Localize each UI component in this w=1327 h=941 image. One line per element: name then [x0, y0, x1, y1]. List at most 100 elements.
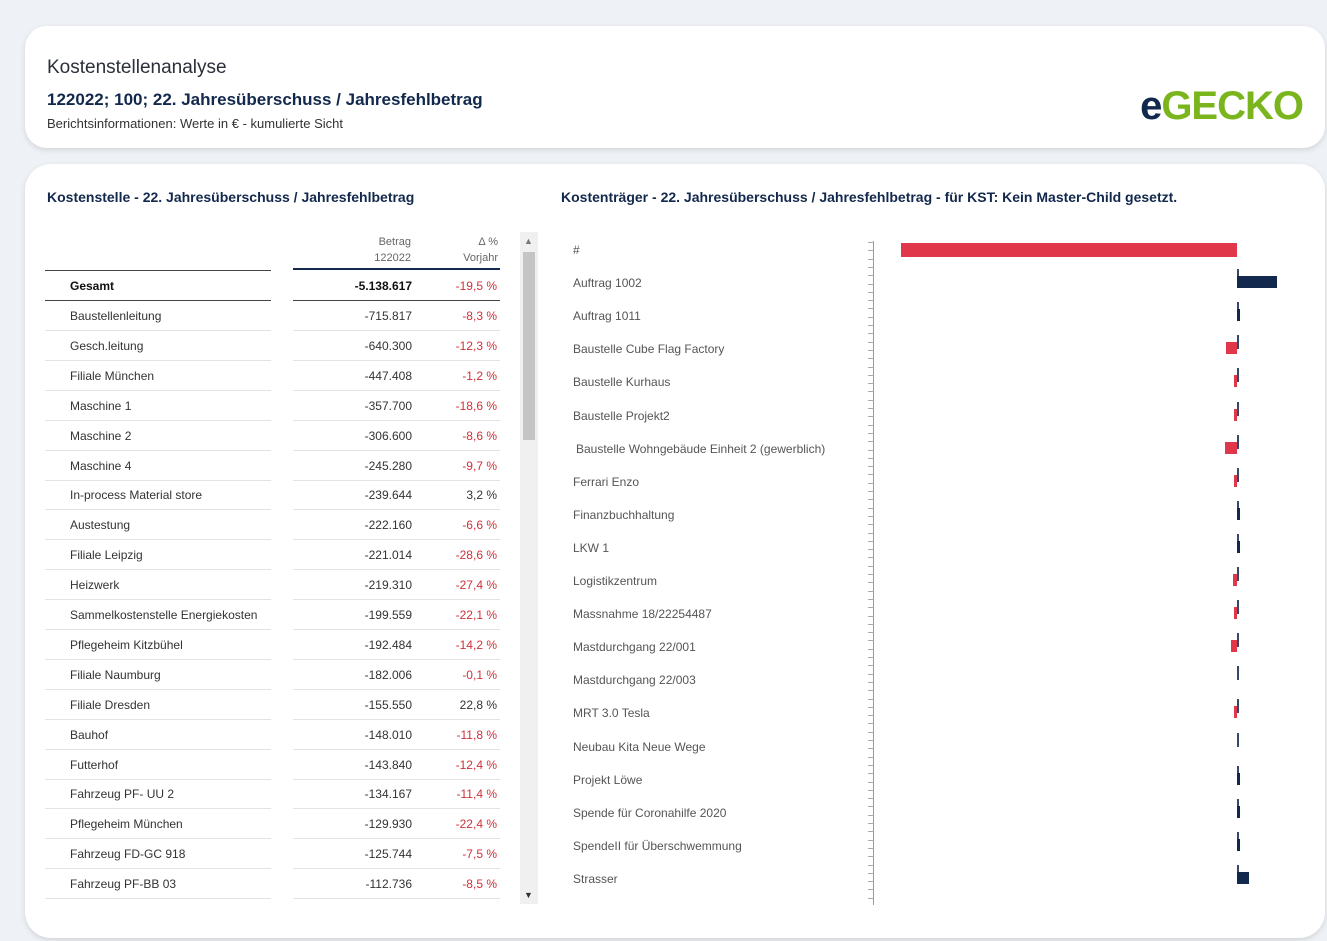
- axis-tick: [868, 839, 874, 841]
- table-row[interactable]: Sammelkostenstelle Energiekosten -199.559…: [45, 600, 500, 630]
- table-row[interactable]: Maschine 4 -245.280 -9,7 %: [45, 451, 500, 481]
- chart-category-label: Massnahme 18/22254487: [573, 607, 712, 622]
- axis-tick: [868, 557, 874, 559]
- report-info: Berichtsinformationen: Werte in € - kumu…: [47, 116, 343, 131]
- report-header: Kostenstellenanalyse 122022; 100; 22. Ja…: [25, 26, 1325, 148]
- axis-tick: [868, 715, 874, 717]
- axis-tick: [868, 449, 874, 451]
- scroll-thumb[interactable]: [523, 252, 535, 440]
- chart-category-label: Baustelle Cube Flag Factory: [573, 342, 725, 357]
- axis-tick: [868, 275, 874, 277]
- row-pct: -18,6 %: [455, 398, 497, 413]
- table-row[interactable]: Pflegeheim München -129.930 -22,4 %: [45, 809, 500, 840]
- axis-tick: [868, 424, 874, 426]
- table-row[interactable]: In-process Material store -239.644 3,2 %: [45, 480, 500, 511]
- table-row[interactable]: Gesch.leitung -640.300 -12,3 %: [45, 331, 500, 361]
- table-row[interactable]: Baustellenleitung -715.817 -8,3 %: [45, 301, 500, 331]
- axis-tick: [868, 615, 874, 617]
- egecko-logo: eGECKO: [1140, 84, 1304, 128]
- table-row[interactable]: Heizwerk -219.310 -27,4 %: [45, 570, 500, 601]
- row-name: Futterhof: [70, 757, 119, 772]
- table-row[interactable]: Filiale München -447.408 -1,2 %: [45, 361, 500, 391]
- axis-tick: [868, 482, 874, 484]
- row-pct: -8,5 %: [462, 877, 497, 892]
- chart-bar[interactable]: [1225, 441, 1237, 454]
- axis-tick: [868, 416, 874, 418]
- table-row[interactable]: Filiale Leipzig -221.014 -28,6 %: [45, 540, 500, 571]
- axis-tick: [868, 391, 874, 393]
- col-betrag-header[interactable]: Betrag 122022: [355, 234, 411, 266]
- axis-tick: [868, 258, 874, 260]
- row-value: -219.310: [364, 578, 412, 593]
- chart-category-label: Neubau Kita Neue Wege: [573, 739, 706, 754]
- col-delta-header[interactable]: Δ % Vorjahr: [443, 234, 498, 266]
- row-value: -221.014: [364, 548, 412, 563]
- chart-bar[interactable]: [1237, 276, 1277, 289]
- axis-tick: [868, 408, 874, 409]
- table-row[interactable]: Pflegeheim Kitzbühel -192.484 -14,2 %: [45, 630, 500, 660]
- table-row[interactable]: Filiale Naumburg -182.006 -0,1 %: [45, 660, 500, 690]
- zero-marker: [1237, 633, 1239, 648]
- row-name: Filiale Leipzig: [70, 548, 143, 563]
- row-name: Maschine 1: [70, 398, 132, 413]
- axis-tick: [868, 507, 874, 509]
- chart-bar[interactable]: [1226, 342, 1237, 355]
- zero-marker: [1237, 765, 1239, 780]
- table-row[interactable]: Austestung -222.160 -6,6 %: [45, 510, 500, 541]
- report-title: Kostenstellenanalyse: [47, 57, 227, 78]
- row-name: Maschine 4: [70, 458, 132, 473]
- axis-tick: [868, 291, 874, 293]
- chart-category-label: Finanzbuchhaltung: [573, 507, 675, 522]
- row-value: -447.408: [364, 368, 412, 383]
- axis-tick: [868, 872, 874, 874]
- table-row[interactable]: Bauhof -148.010 -11,8 %: [45, 720, 500, 750]
- row-value: -134.167: [364, 787, 412, 802]
- axis-tick: [868, 316, 874, 318]
- table-row[interactable]: Fahrzeug PF-BB 03 -112.736 -8,5 %: [45, 869, 500, 900]
- table-row[interactable]: Maschine 1 -357.700 -18,6 %: [45, 391, 500, 421]
- axis-tick: [868, 341, 874, 343]
- table-row[interactable]: Futterhof -143.840 -12,4 %: [45, 750, 500, 780]
- scroll-up-icon[interactable]: ▲: [524, 236, 533, 246]
- row-pct: -22,4 %: [455, 817, 497, 832]
- axis-tick: [868, 325, 874, 326]
- axis-tick: [868, 515, 874, 517]
- chart-axis: [873, 241, 874, 905]
- row-value: -715.817: [364, 309, 412, 323]
- axis-tick: [868, 549, 874, 551]
- row-name: Filiale München: [70, 368, 155, 383]
- row-value: -182.006: [364, 667, 412, 682]
- axis-tick: [868, 806, 874, 808]
- axis-tick: [868, 582, 874, 584]
- table-row[interactable]: Fahrzeug FD-GC 918 -125.744 -7,5 %: [45, 839, 500, 870]
- axis-tick: [868, 574, 874, 575]
- chart-bar[interactable]: [901, 243, 1237, 257]
- row-pct: 22,8 %: [459, 697, 497, 712]
- table-row[interactable]: Filiale Dresden -155.550 22,8 %: [45, 690, 500, 720]
- zero-marker: [1237, 434, 1239, 449]
- zero-marker: [1237, 864, 1239, 879]
- axis-tick: [868, 889, 874, 891]
- row-name: Fahrzeug PF- UU 2: [70, 787, 175, 802]
- axis-tick: [868, 432, 874, 434]
- zero-marker: [1237, 467, 1239, 482]
- axis-tick: [868, 250, 874, 252]
- axis-tick: [868, 632, 874, 634]
- chart-category-label: Baustelle Projekt2: [573, 408, 670, 423]
- axis-tick: [868, 856, 874, 858]
- table-row[interactable]: Fahrzeug PF- UU 2 -134.167 -11,4 %: [45, 779, 500, 810]
- table-row-total[interactable]: Gesamt -5.138.617 -19,5 %: [45, 271, 500, 301]
- axis-tick: [868, 748, 874, 750]
- zero-marker: [1237, 368, 1239, 383]
- row-value: -155.550: [364, 697, 412, 712]
- table-row[interactable]: Maschine 2 -306.600 -8,6 %: [45, 421, 500, 451]
- axis-tick: [868, 706, 874, 708]
- chart-category-label: LKW 1: [573, 540, 610, 555]
- scroll-down-icon[interactable]: ▼: [524, 890, 533, 900]
- axis-tick: [868, 283, 874, 285]
- axis-tick: [868, 847, 874, 849]
- chart-category-label: Mastdurchgang 22/003: [573, 673, 696, 688]
- row-value: -357.700: [364, 398, 412, 413]
- zero-marker: [1237, 699, 1239, 714]
- table-scrollbar[interactable]: ▲ ▼: [520, 232, 538, 904]
